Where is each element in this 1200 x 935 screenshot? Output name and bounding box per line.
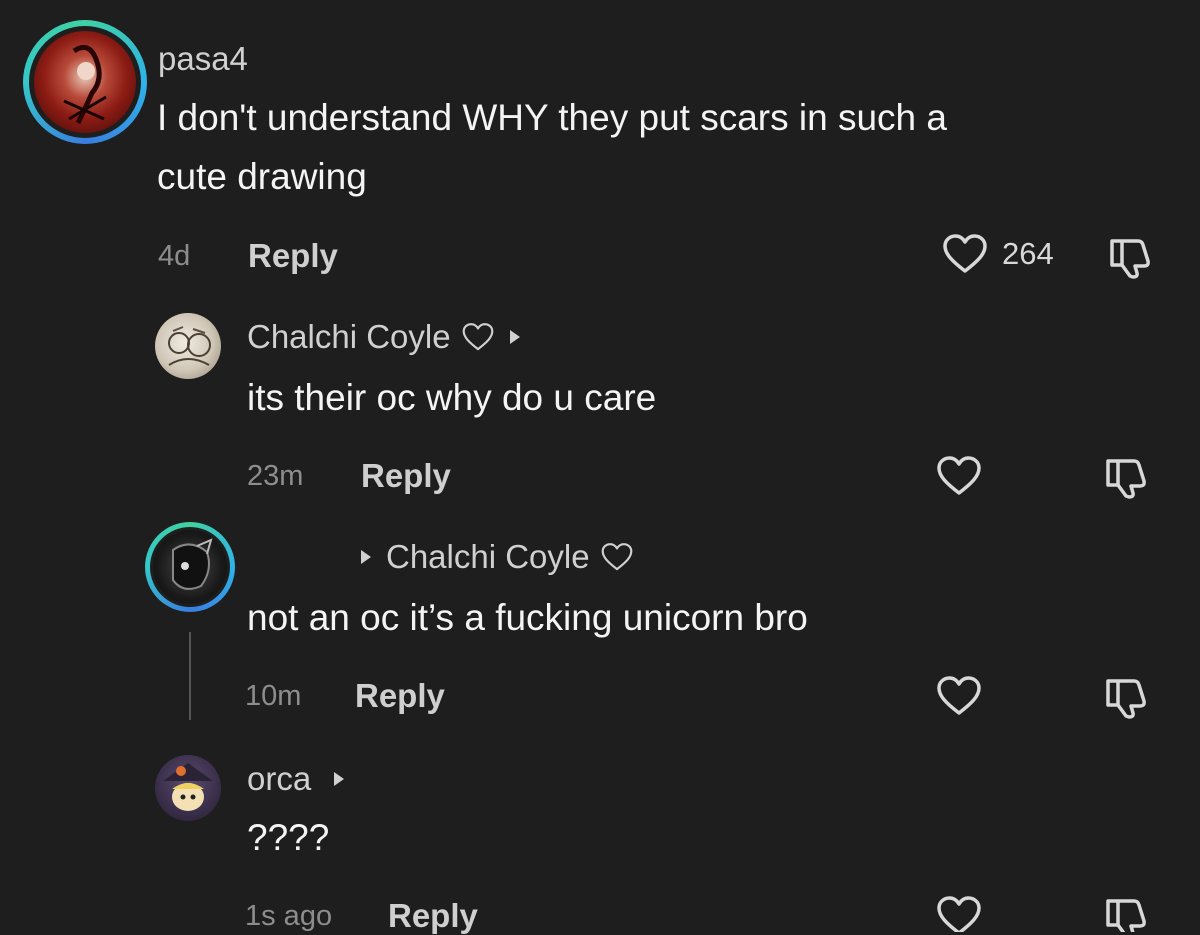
timestamp: 1s ago — [245, 900, 333, 932]
comment-text-line-1: I don't understand WHY they put scars in… — [157, 97, 947, 138]
username-text[interactable]: Chalchi Coyle — [247, 318, 451, 356]
comment-text: its their oc why do u care — [247, 377, 657, 418]
heart-outline-icon[interactable] — [936, 455, 982, 497]
comment-text: not an oc it’s a fucking unicorn bro — [247, 597, 808, 638]
timestamp: 10m — [245, 680, 302, 712]
avatar[interactable] — [34, 31, 136, 133]
timestamp: 4d — [158, 240, 191, 272]
reply-button[interactable]: Reply — [355, 677, 445, 715]
reply-button[interactable]: Reply — [361, 457, 451, 495]
heart-outline-icon[interactable] — [936, 675, 982, 717]
heart-outline-icon — [943, 234, 987, 273]
username: Chalchi Coyle — [247, 318, 521, 356]
thumbs-down-icon[interactable] — [1104, 675, 1152, 719]
thumbs-down-icon[interactable] — [1104, 895, 1152, 932]
reply-button[interactable]: Reply — [388, 897, 478, 935]
like-button[interactable]: 264 — [942, 233, 1054, 275]
thread-line — [189, 632, 191, 720]
small-heart-icon — [601, 543, 632, 571]
caret-right-icon — [509, 330, 520, 344]
username: orca — [247, 760, 345, 798]
avatar[interactable] — [155, 313, 221, 379]
timestamp: 23m — [247, 460, 304, 492]
heart-outline-icon[interactable] — [936, 895, 982, 932]
comment-text-line-2: cute drawing — [157, 156, 367, 197]
reply-to: Chalchi Coyle — [360, 538, 634, 576]
like-count: 264 — [1002, 236, 1054, 271]
reply-button[interactable]: Reply — [248, 237, 338, 275]
avatar[interactable] — [153, 530, 227, 604]
thumbs-down-icon[interactable] — [1108, 235, 1156, 279]
reply-to-username[interactable]: Chalchi Coyle — [386, 538, 590, 576]
caret-right-icon — [361, 550, 371, 564]
caret-right-icon — [334, 772, 345, 786]
avatar[interactable] — [155, 755, 221, 821]
username-text[interactable]: orca — [247, 760, 311, 798]
small-heart-icon — [462, 323, 493, 351]
thumbs-down-icon[interactable] — [1104, 455, 1152, 499]
username[interactable]: pasa4 — [158, 40, 248, 78]
comment-text: ???? — [247, 817, 330, 858]
